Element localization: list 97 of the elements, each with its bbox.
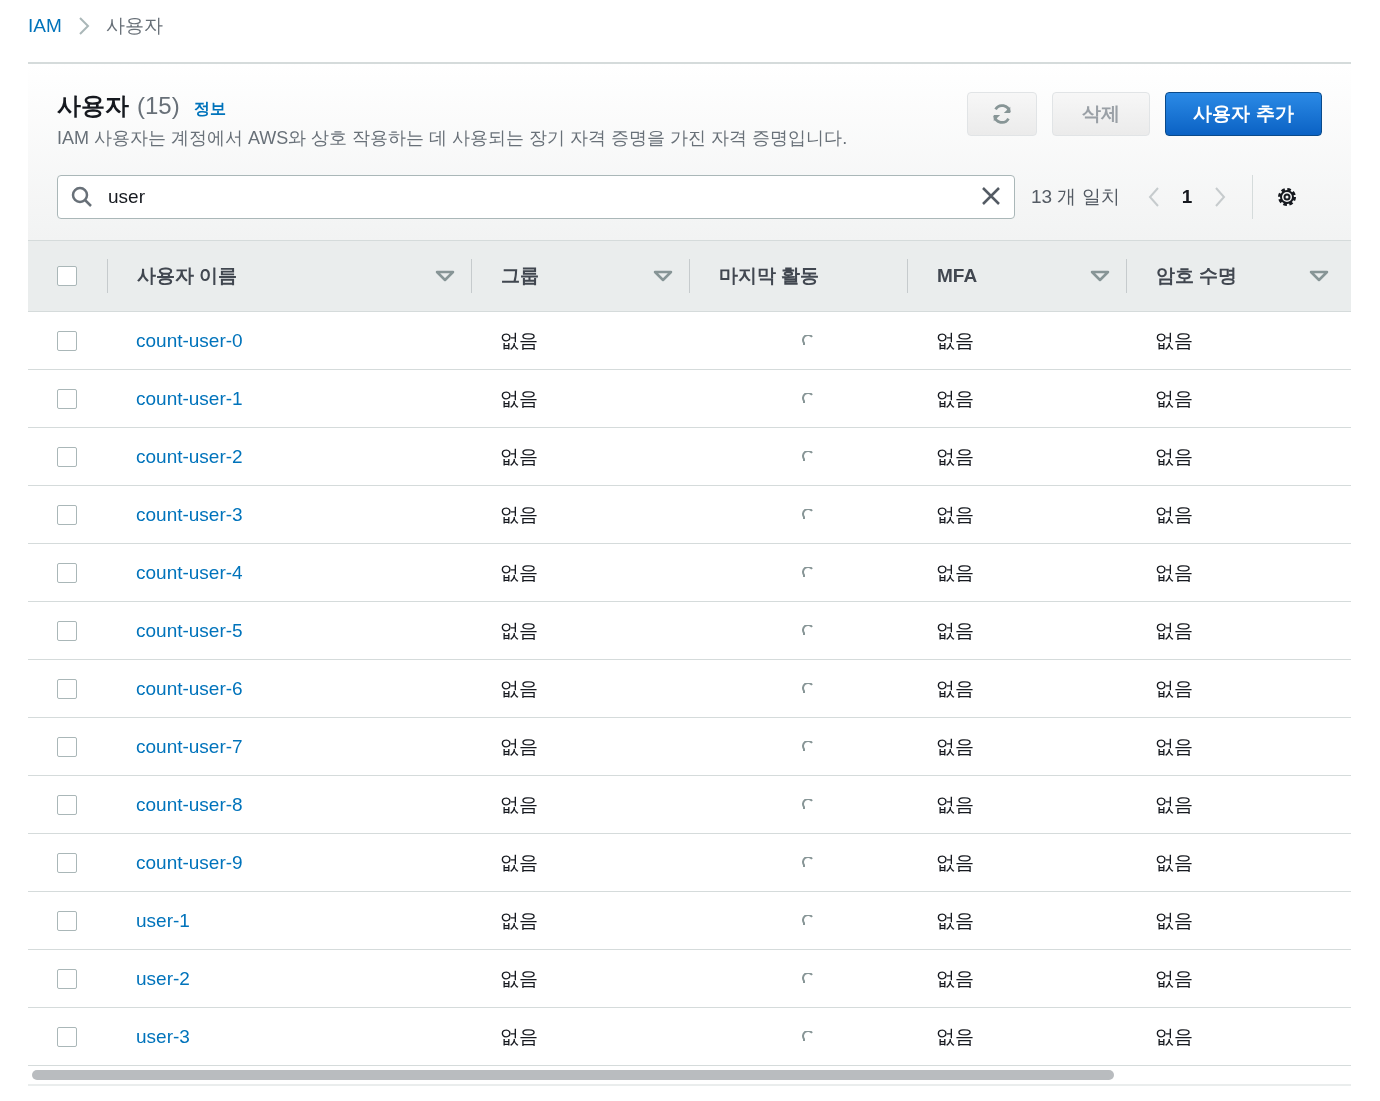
group-value: 없음 <box>500 792 538 817</box>
breadcrumb-link[interactable]: IAM <box>28 15 62 37</box>
page-description: IAM 사용자는 계정에서 AWS와 상호 작용하는 데 사용되는 장기 자격 증명을 가진 자격 증명입니다. <box>57 127 848 150</box>
group-value: 없음 <box>500 908 538 933</box>
mfa-value: 없음 <box>936 618 974 643</box>
row-checkbox[interactable] <box>57 910 77 931</box>
next-page-icon[interactable] <box>1214 186 1227 208</box>
scrollbar-thumb[interactable] <box>32 1070 1114 1080</box>
user-name-link[interactable]: count-user-9 <box>136 851 243 874</box>
row-checkbox[interactable] <box>57 504 77 525</box>
row-checkbox[interactable] <box>57 330 77 351</box>
mfa-value: 없음 <box>936 676 974 701</box>
mfa-value: 없음 <box>936 502 974 527</box>
column-header-cell[interactable]: 사용자 이름 <box>107 259 471 293</box>
password-age-value: 없음 <box>1155 560 1193 585</box>
password-age-value: 없음 <box>1155 386 1193 411</box>
row-checkbox[interactable] <box>57 620 77 641</box>
row-checkbox[interactable] <box>57 794 77 815</box>
mfa-value: 없음 <box>936 386 974 411</box>
user-name-link[interactable]: user-3 <box>136 1025 190 1048</box>
user-name-link[interactable]: count-user-6 <box>136 677 243 700</box>
user-name-link[interactable]: user-2 <box>136 967 190 990</box>
group-value: 없음 <box>500 1024 538 1049</box>
info-link[interactable]: 정보 <box>193 99 226 120</box>
password-age-value: 없음 <box>1155 618 1193 643</box>
group-value: 없음 <box>500 444 538 469</box>
password-age-value: 없음 <box>1155 676 1193 701</box>
user-name-link[interactable]: user-1 <box>136 909 190 932</box>
match-count: 13 개 일치 <box>1031 185 1120 209</box>
group-value: 없음 <box>500 734 538 759</box>
user-name-link[interactable]: count-user-5 <box>136 619 243 642</box>
sort-caret-icon[interactable] <box>1309 270 1329 282</box>
column-header-cell[interactable]: 암호 수명 <box>1126 259 1345 293</box>
select-all-checkbox[interactable] <box>57 266 77 286</box>
page-number[interactable]: 1 <box>1181 186 1193 208</box>
column-header: 마지막 활동 <box>719 264 820 288</box>
group-value: 없음 <box>500 966 538 991</box>
row-checkbox[interactable] <box>57 446 77 467</box>
user-count: (15) <box>137 92 180 120</box>
close-icon[interactable] <box>981 186 1001 206</box>
column-header: 암호 수명 <box>1156 264 1238 288</box>
password-age-value: 없음 <box>1155 908 1193 933</box>
row-checkbox[interactable] <box>57 388 77 409</box>
sort-caret-icon[interactable] <box>653 270 673 282</box>
password-age-value: 없음 <box>1155 734 1193 759</box>
group-value: 없음 <box>500 850 538 875</box>
mfa-value: 없음 <box>936 328 974 353</box>
search-field[interactable]: user <box>57 175 1015 219</box>
mfa-value: 없음 <box>936 734 974 759</box>
group-value: 없음 <box>500 386 538 411</box>
mfa-value: 없음 <box>936 908 974 933</box>
password-age-value: 없음 <box>1155 850 1193 875</box>
previous-page-icon[interactable] <box>1147 186 1160 208</box>
breadcrumb-current-page: 사용자 <box>105 14 163 38</box>
group-value: 없음 <box>500 502 538 527</box>
sort-caret-icon[interactable] <box>1090 270 1110 282</box>
row-checkbox[interactable] <box>57 852 77 873</box>
add-user-button[interactable]: 사용자 추가 <box>1165 92 1322 136</box>
column-header-cell[interactable]: 그룹 <box>471 259 689 293</box>
mfa-value: 없음 <box>936 792 974 817</box>
group-value: 없음 <box>500 560 538 585</box>
row-checkbox[interactable] <box>57 678 77 699</box>
password-age-value: 없음 <box>1155 792 1193 817</box>
user-name-link[interactable]: count-user-3 <box>136 503 243 526</box>
group-value: 없음 <box>500 328 538 353</box>
user-name-link[interactable]: count-user-1 <box>136 387 243 410</box>
refresh-icon <box>991 103 1013 125</box>
mfa-value: 없음 <box>936 560 974 585</box>
page-title: 사용자 <box>57 91 129 121</box>
user-name-link[interactable]: count-user-4 <box>136 561 243 584</box>
mfa-value: 없음 <box>936 850 974 875</box>
mfa-value: 없음 <box>936 444 974 469</box>
search-icon <box>71 186 93 208</box>
group-value: 없음 <box>500 618 538 643</box>
column-header: MFA <box>937 265 978 287</box>
password-age-value: 없음 <box>1155 966 1193 991</box>
user-name-link[interactable]: count-user-2 <box>136 445 243 468</box>
row-checkbox[interactable] <box>57 736 77 757</box>
sort-caret-icon[interactable] <box>435 270 455 282</box>
user-name-link[interactable]: count-user-8 <box>136 793 243 816</box>
row-checkbox[interactable] <box>57 968 77 989</box>
password-age-value: 없음 <box>1155 1024 1193 1049</box>
user-name-link[interactable]: count-user-7 <box>136 735 243 758</box>
group-value: 없음 <box>500 676 538 701</box>
column-header-cell[interactable]: MFA <box>907 259 1126 293</box>
column-header: 그룹 <box>501 264 539 288</box>
refresh-button[interactable] <box>967 92 1037 136</box>
password-age-value: 없음 <box>1155 444 1193 469</box>
row-checkbox[interactable] <box>57 1026 77 1047</box>
password-age-value: 없음 <box>1155 328 1193 353</box>
row-checkbox[interactable] <box>57 562 77 583</box>
mfa-value: 없음 <box>936 966 974 991</box>
chevron-right-icon <box>77 16 90 36</box>
column-header: 사용자 이름 <box>137 264 238 288</box>
password-age-value: 없음 <box>1155 502 1193 527</box>
user-name-link[interactable]: count-user-0 <box>136 329 243 352</box>
mfa-value: 없음 <box>936 1024 974 1049</box>
